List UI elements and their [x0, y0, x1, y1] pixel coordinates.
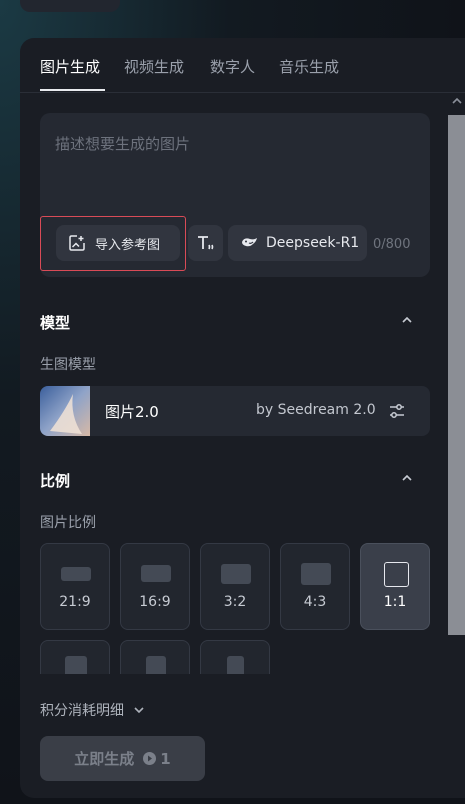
credits-detail-toggle[interactable]: 积分消耗明细	[40, 700, 146, 720]
model-provider: by Seedream 2.0	[256, 402, 376, 418]
scrollbar-thumb[interactable]	[448, 115, 465, 635]
ratio-3-2-shape	[221, 564, 251, 584]
ratio-option-portrait-1[interactable]	[40, 640, 110, 674]
tab-video-generation[interactable]: 视频生成	[124, 56, 184, 77]
top-bar-stub	[20, 0, 120, 12]
text-style-button[interactable]	[188, 225, 223, 261]
model-selector-card[interactable]: 图片2.0 by Seedream 2.0	[40, 386, 430, 436]
ratio-grid: 21:9 16:9 3:2 4:3 1:1	[20, 538, 448, 674]
ratio-option-portrait-3[interactable]	[200, 640, 270, 674]
tab-music-generation[interactable]: 音乐生成	[279, 56, 339, 77]
generation-panel: 图片生成 视频生成 数字人 音乐生成 描述想要生成的图片 导入参考图 Deeps…	[20, 38, 465, 798]
model-name: 图片2.0	[105, 403, 159, 421]
character-counter: 0/800	[373, 237, 411, 252]
credit-coin-icon	[143, 752, 157, 765]
generate-label: 立即生成	[74, 750, 135, 768]
chevron-down-icon	[134, 707, 144, 714]
ratio-option-portrait-2[interactable]	[120, 640, 190, 674]
ratio-portrait-shape	[65, 656, 87, 674]
ratio-label: 21:9	[59, 594, 91, 610]
ratio-16-9-shape	[141, 565, 171, 582]
scroll-up-arrow-icon[interactable]	[450, 95, 464, 109]
active-tab-indicator	[40, 89, 105, 91]
generate-cost: 1	[142, 749, 171, 768]
ratio-1-1-shape	[384, 562, 409, 587]
model-sub-label: 生图模型	[40, 357, 96, 373]
whale-icon	[242, 238, 257, 247]
ratio-option-4-3[interactable]: 4:3	[280, 543, 350, 630]
import-reference-label: 导入参考图	[95, 237, 161, 253]
ratio-label: 1:1	[383, 594, 407, 610]
ratio-21-9-shape	[61, 567, 91, 581]
ratio-collapse-chevron-icon[interactable]	[400, 471, 414, 485]
tab-bar: 图片生成 视频生成 数字人 音乐生成	[20, 38, 465, 93]
tab-image-generation[interactable]: 图片生成	[40, 56, 100, 77]
ratio-section-title: 比例	[40, 472, 71, 490]
ratio-option-3-2[interactable]: 3:2	[200, 543, 270, 630]
model-thumbnail	[40, 386, 90, 436]
model-section-title: 模型	[40, 314, 71, 332]
text-style-icon	[197, 236, 213, 250]
image-add-icon	[69, 235, 85, 251]
ratio-option-16-9[interactable]: 16:9	[120, 543, 190, 630]
ratio-label: 16:9	[139, 594, 171, 610]
ratio-portrait-shape	[227, 656, 244, 674]
ratio-4-3-shape	[301, 563, 331, 585]
ratio-option-1-1[interactable]: 1:1	[360, 543, 430, 630]
credits-label: 积分消耗明细	[40, 703, 124, 719]
deepseek-r1-button[interactable]: Deepseek-R1	[228, 225, 367, 261]
ratio-label: 3:2	[223, 594, 247, 610]
tab-digital-human[interactable]: 数字人	[210, 56, 255, 77]
prompt-input-box[interactable]: 描述想要生成的图片 导入参考图 Deepseek-R1 0/800	[40, 113, 430, 277]
generate-cost-value: 1	[160, 749, 171, 768]
settings-sliders-icon[interactable]	[388, 402, 406, 420]
model-collapse-chevron-icon[interactable]	[400, 313, 414, 327]
ratio-option-21-9[interactable]: 21:9	[40, 543, 110, 630]
deepseek-label: Deepseek-R1	[266, 235, 360, 251]
import-reference-image-button[interactable]: 导入参考图	[56, 225, 180, 261]
ratio-label: 4:3	[303, 594, 327, 610]
ratio-sub-label: 图片比例	[40, 515, 96, 531]
ratio-portrait-shape	[146, 656, 166, 674]
prompt-placeholder[interactable]: 描述想要生成的图片	[55, 133, 190, 154]
generate-button[interactable]: 立即生成 1	[40, 736, 205, 781]
